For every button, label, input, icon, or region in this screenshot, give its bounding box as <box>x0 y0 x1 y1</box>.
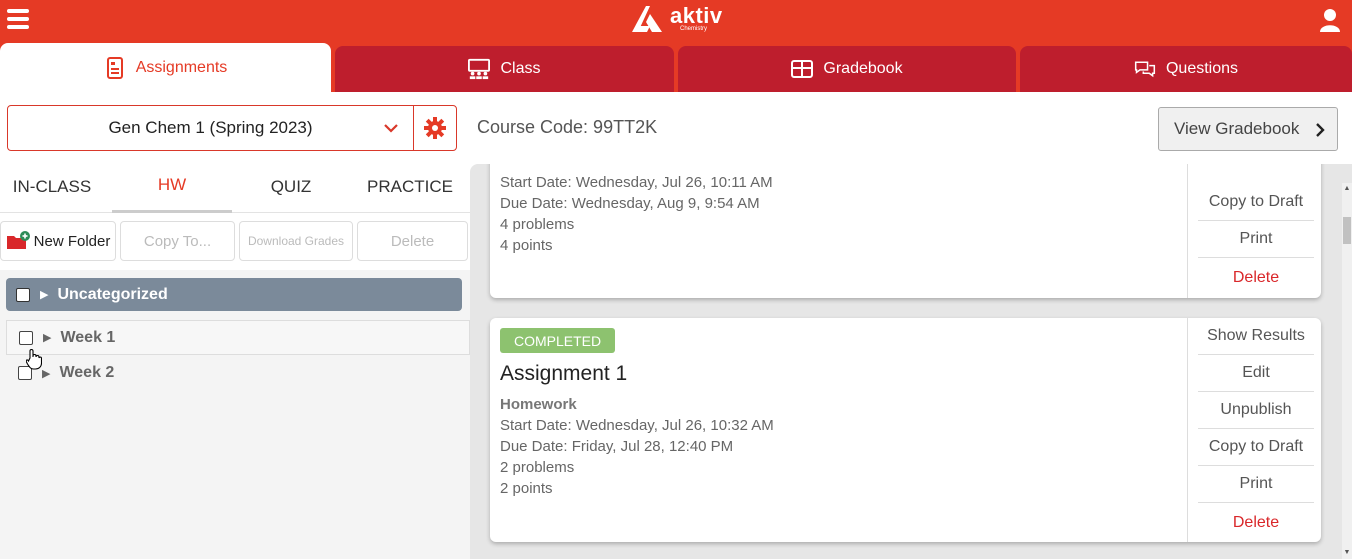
tab-questions[interactable]: Questions <box>1020 46 1352 92</box>
tab-gradebook[interactable]: Gradebook <box>678 46 1016 92</box>
assignment-type-tabs: IN-CLASS HW QUIZ PRACTICE <box>0 160 470 213</box>
main-tabs: Assignments Class Gradebook Questions <box>0 43 1352 92</box>
assignment-type: Homework <box>500 396 577 413</box>
scrollbar[interactable]: ▲ ▼ <box>1342 183 1352 559</box>
add-folder-icon <box>6 231 30 249</box>
table-icon <box>791 60 814 78</box>
card-actions: Show Results Edit Unpublish Copy to Draf… <box>1187 318 1321 542</box>
card-actions: Copy to Draft Print Delete <box>1187 164 1321 298</box>
assignment-details: Homework Start Date: Wednesday, Jul 26, … <box>500 394 1180 499</box>
folder-uncategorized[interactable]: ▶ Uncategorized <box>6 278 462 311</box>
due-date: Due Date: Friday, Jul 28, 12:40 PM <box>500 438 734 455</box>
due-date: Due Date: Wednesday, Aug 9, 9:54 AM <box>500 195 760 212</box>
folder-label: Week 1 <box>60 328 116 346</box>
unpublish-button[interactable]: Unpublish <box>1198 392 1314 429</box>
subtab-practice[interactable]: PRACTICE <box>351 160 469 213</box>
chevron-right-icon <box>1316 123 1325 137</box>
tab-assignments-label: Assignments <box>135 58 228 76</box>
assignment-list: Start Date: Wednesday, Jul 26, 10:11 AM … <box>470 164 1352 559</box>
expand-triangle-icon[interactable]: ▶ <box>40 288 48 301</box>
hand-cursor-icon <box>26 349 42 370</box>
scroll-up-icon[interactable]: ▲ <box>1343 185 1351 193</box>
subtab-in-class[interactable]: IN-CLASS <box>0 160 111 213</box>
problem-count: 2 problems <box>500 459 575 476</box>
course-select[interactable]: Gen Chem 1 (Spring 2023) <box>7 105 414 151</box>
logo-text: aktiv <box>670 3 723 28</box>
assignment-title[interactable]: Assignment 1 <box>500 362 627 386</box>
start-date: Start Date: Wednesday, Jul 26, 10:32 AM <box>500 417 774 434</box>
tab-class[interactable]: Class <box>335 46 674 92</box>
delete-assignment-button[interactable]: Delete <box>1198 259 1314 296</box>
new-folder-label: New Folder <box>33 232 111 250</box>
folder-week-1[interactable]: ▶ Week 1 <box>6 320 470 355</box>
class-icon <box>468 58 491 80</box>
folder-tree: ▶ Uncategorized ▶ Week 1 ▶ Week 2 <box>0 270 470 559</box>
folder-checkbox[interactable] <box>19 330 33 345</box>
start-date: Start Date: Wednesday, Jul 26, 10:11 AM <box>500 174 773 191</box>
scroll-thumb[interactable] <box>1343 217 1351 244</box>
subtab-quiz[interactable]: QUIZ <box>232 160 350 213</box>
assignment-details: Start Date: Wednesday, Jul 26, 10:11 AM … <box>500 172 1180 256</box>
folder-label: Uncategorized <box>57 285 168 303</box>
gear-icon <box>424 117 446 139</box>
folder-label: Week 2 <box>59 364 115 381</box>
view-gradebook-button[interactable]: View Gradebook <box>1158 107 1338 151</box>
top-bar: aktiv Chemistry <box>0 0 1352 43</box>
delete-assignment-button[interactable]: Delete <box>1198 504 1314 541</box>
logo-subtext: Chemistry <box>680 26 708 32</box>
assignment-card: Start Date: Wednesday, Jul 26, 10:11 AM … <box>490 164 1321 298</box>
chevron-down-icon <box>384 124 398 133</box>
delete-button[interactable]: Delete <box>357 221 468 261</box>
user-icon[interactable] <box>1320 8 1340 32</box>
copy-to-draft-button[interactable]: Copy to Draft <box>1198 429 1314 466</box>
problem-count: 4 problems <box>500 216 575 233</box>
download-grades-button[interactable]: Download Grades <box>239 221 353 261</box>
show-results-button[interactable]: Show Results <box>1198 318 1314 355</box>
tab-assignments[interactable]: Assignments <box>0 43 331 92</box>
subtab-hw[interactable]: HW <box>112 160 232 213</box>
expand-triangle-icon[interactable]: ▶ <box>43 331 51 344</box>
scroll-down-icon[interactable]: ▼ <box>1343 549 1351 557</box>
status-badge: COMPLETED <box>500 328 616 353</box>
copy-to-draft-button[interactable]: Copy to Draft <box>1198 184 1314 221</box>
menu-icon[interactable] <box>7 9 29 31</box>
print-button[interactable]: Print <box>1198 466 1314 503</box>
tab-questions-label: Questions <box>1165 60 1239 77</box>
point-count: 4 points <box>500 237 553 254</box>
print-button[interactable]: Print <box>1198 221 1314 258</box>
folder-checkbox[interactable] <box>16 287 30 302</box>
point-count: 2 points <box>500 480 553 497</box>
edit-button[interactable]: Edit <box>1198 355 1314 392</box>
course-settings-button[interactable] <box>413 105 457 151</box>
tab-gradebook-label: Gradebook <box>823 60 903 77</box>
tab-class-label: Class <box>500 60 541 77</box>
expand-triangle-icon[interactable]: ▶ <box>42 367 50 380</box>
course-select-value: Gen Chem 1 (Spring 2023) <box>108 118 313 137</box>
new-folder-button[interactable]: New Folder <box>0 221 116 261</box>
course-code: Course Code: 99TT2K <box>477 117 658 137</box>
document-icon <box>106 56 123 79</box>
copy-to-button[interactable]: Copy To... <box>120 221 235 261</box>
view-gradebook-label: View Gradebook <box>1174 119 1300 138</box>
aktiv-logo: aktiv Chemistry <box>630 4 723 36</box>
aktiv-logo-mark-icon <box>632 6 662 32</box>
folder-toolbar: New Folder Copy To... Download Grades De… <box>0 219 470 263</box>
chat-icon <box>1134 61 1156 78</box>
assignment-card: COMPLETED Assignment 1 Homework Start Da… <box>490 318 1321 542</box>
folder-week-2[interactable]: ▶ Week 2 <box>6 357 470 389</box>
